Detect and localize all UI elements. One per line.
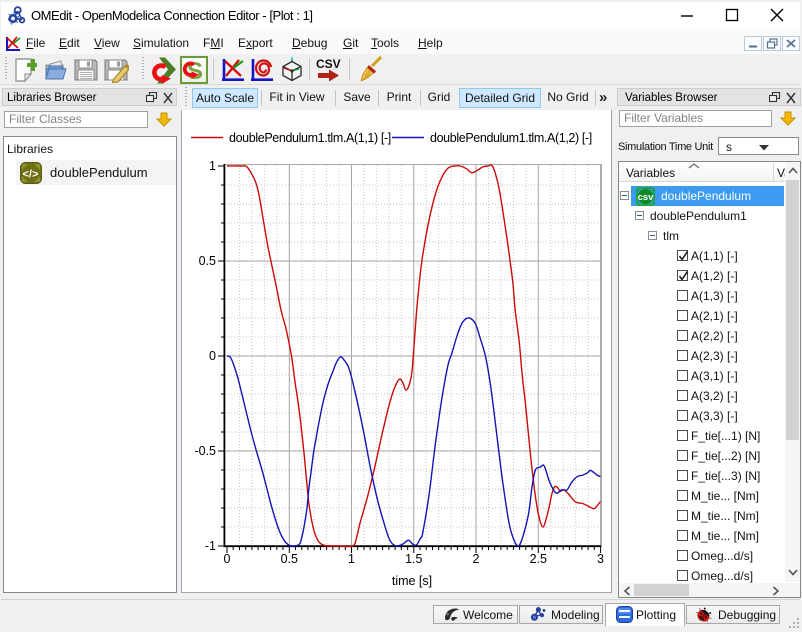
svg-text:time [s]: time [s] — [392, 574, 432, 588]
svg-text:doublePendulum1.tlm.A(1,1) [-]: doublePendulum1.tlm.A(1,1) [-] — [229, 131, 391, 145]
svg-text:0: 0 — [224, 552, 231, 566]
svg-text:1: 1 — [348, 552, 355, 566]
svg-text:0.5: 0.5 — [199, 254, 216, 268]
svg-text:2: 2 — [473, 552, 480, 566]
svg-text:2.5: 2.5 — [530, 552, 547, 566]
svg-text:0: 0 — [209, 349, 216, 363]
svg-text:-1: -1 — [205, 539, 216, 553]
svg-text:3: 3 — [597, 552, 604, 566]
svg-text:doublePendulum1.tlm.A(1,2) [-]: doublePendulum1.tlm.A(1,2) [-] — [430, 131, 592, 145]
svg-text:-0.5: -0.5 — [194, 444, 216, 458]
svg-text:0.5: 0.5 — [281, 552, 298, 566]
svg-text:1: 1 — [209, 159, 216, 173]
svg-text:csv: csv — [638, 192, 655, 203]
svg-text:1.5: 1.5 — [405, 552, 422, 566]
